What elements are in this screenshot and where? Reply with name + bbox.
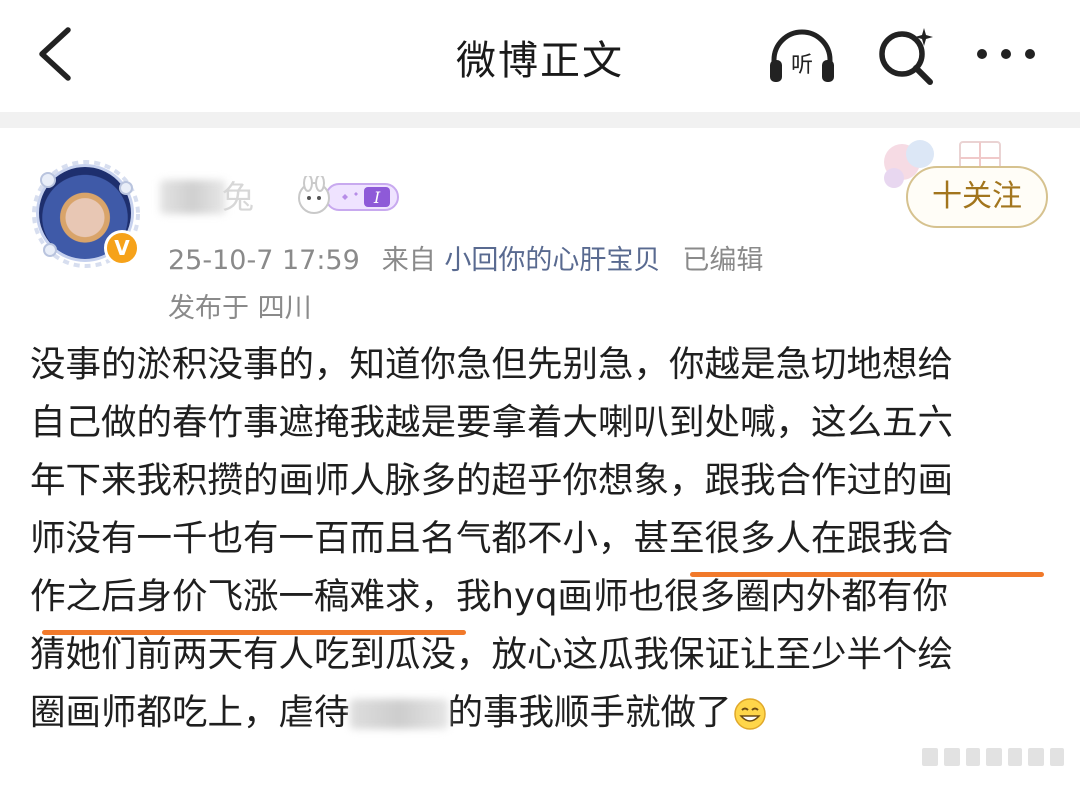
- highlighted-text: 甚至很多人在跟我合: [633, 518, 954, 559]
- svg-text:I: I: [373, 188, 381, 207]
- back-icon: [39, 27, 71, 81]
- username-blurred: [160, 180, 226, 214]
- content-text: 圈画师都吃上，虐待: [30, 692, 350, 733]
- post-location: 发布于 四川: [168, 293, 312, 324]
- headphones-icon: 听: [770, 29, 834, 82]
- more-button[interactable]: [970, 30, 1042, 78]
- content-text: ，我hyq画师也很多圈内外都有你: [420, 576, 949, 617]
- listen-label: 听: [791, 53, 813, 78]
- highlight-underline: [42, 630, 466, 635]
- post-source-link[interactable]: 小回你的心肝宝贝: [444, 245, 660, 276]
- watermark-icon: [922, 748, 1064, 766]
- top-nav-bar: 微博正文 听: [0, 0, 1080, 112]
- edited-label[interactable]: 已编辑: [682, 245, 763, 276]
- highlighted-text: 作之后身价飞涨一稿难求: [30, 576, 421, 617]
- follow-button[interactable]: 十关注: [906, 166, 1048, 228]
- from-label: 来自: [381, 245, 436, 276]
- blurred-name: [349, 699, 448, 729]
- content-line: 年下来我积攒的画师人脉多的超乎你想象，跟我合作过的画: [30, 460, 954, 501]
- user-avatar[interactable]: V: [30, 158, 142, 270]
- post-content: 没事的淤积没事的，知道你急但先别急，你越是急切地想给 自己做的春竹事遮掩我越是要…: [30, 336, 1060, 742]
- username[interactable]: 兔: [222, 172, 254, 218]
- more-icon: [977, 49, 1035, 59]
- post-meta: 25-10-7 17:59 来自 小回你的心肝宝贝 已编辑: [168, 238, 763, 277]
- member-badge-icon: I: [298, 176, 399, 214]
- content-text: 的事我顺手就做了: [447, 692, 732, 733]
- content-line: 圈画师都吃上，虐待 的事我顺手就做了: [30, 684, 1060, 742]
- highlight-underline: [690, 572, 1044, 577]
- content-line: 没事的淤积没事的，知道你急但先别急，你越是急切地想给: [30, 344, 954, 385]
- content-line: 师没有一千也有一百而且名气都不小，甚至很多人在跟我合: [30, 510, 1060, 568]
- verified-badge: V: [104, 230, 140, 266]
- listen-button[interactable]: 听: [766, 26, 838, 86]
- content-text: 师没有一千也有一百而且名气都不小，: [30, 518, 634, 559]
- search-button[interactable]: [874, 24, 938, 86]
- section-divider: [0, 112, 1080, 128]
- weibo-post: V 兔 I 25-10-7 17:59 来自 小回你的心肝宝贝 已编辑 发布于 四川…: [0, 128, 1080, 785]
- search-sparkle-icon: [879, 28, 933, 85]
- grin-emoji-icon: [733, 698, 766, 730]
- content-line: 自己做的春竹事遮掩我越是要拿着大喇叭到处喊，这么五六: [30, 402, 954, 443]
- back-button[interactable]: [28, 22, 88, 86]
- post-timestamp: 25-10-7 17:59: [168, 245, 360, 276]
